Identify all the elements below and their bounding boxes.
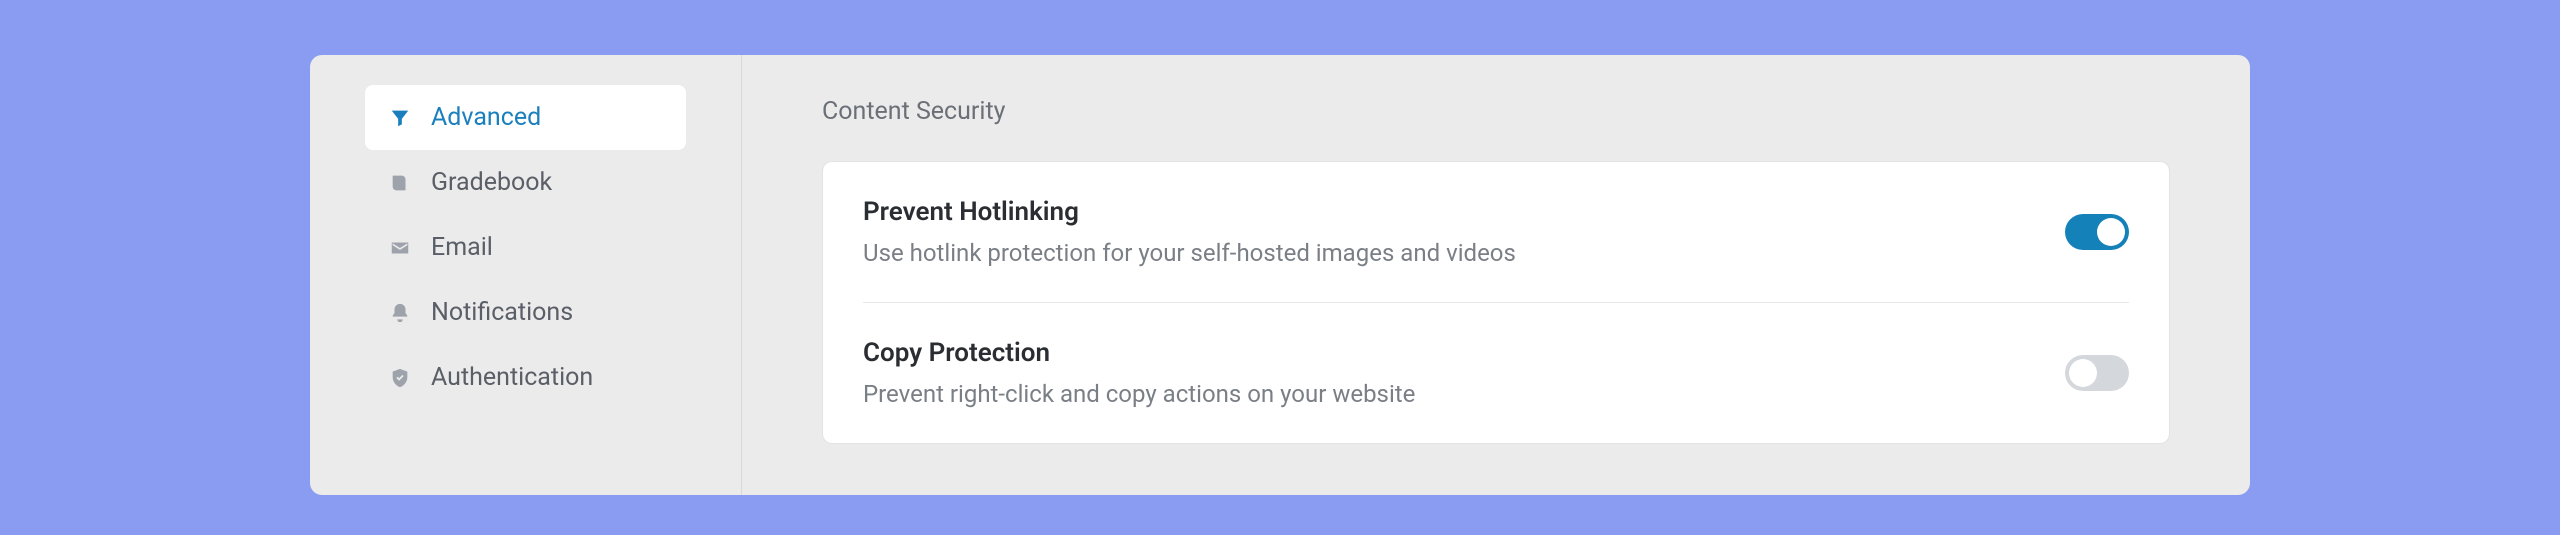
sidebar-item-gradebook[interactable]: Gradebook [365, 150, 686, 215]
sidebar-item-label: Email [431, 233, 493, 262]
bell-icon [389, 302, 411, 324]
setting-name: Copy Protection [863, 338, 2065, 368]
toggle-knob [2097, 218, 2125, 246]
settings-card: Prevent Hotlinking Use hotlink protectio… [822, 161, 2170, 444]
email-icon [389, 237, 411, 259]
shield-icon [389, 367, 411, 389]
setting-description: Use hotlink protection for your self-hos… [863, 239, 2065, 267]
sidebar-item-authentication[interactable]: Authentication [365, 345, 686, 410]
toggle-knob [2069, 359, 2097, 387]
section-title: Content Security [822, 97, 2170, 126]
settings-panel: Advanced Gradebook Email Notifications A [310, 55, 2250, 495]
sidebar-item-advanced[interactable]: Advanced [365, 85, 686, 150]
sidebar-item-label: Gradebook [431, 168, 552, 197]
setting-text: Prevent Hotlinking Use hotlink protectio… [863, 197, 2065, 267]
toggle-prevent-hotlinking[interactable] [2065, 214, 2129, 250]
sidebar-item-label: Authentication [431, 363, 593, 392]
setting-text: Copy Protection Prevent right-click and … [863, 338, 2065, 408]
setting-row-copy-protection: Copy Protection Prevent right-click and … [863, 302, 2129, 443]
sidebar-item-label: Notifications [431, 298, 573, 327]
sidebar-item-email[interactable]: Email [365, 215, 686, 280]
setting-description: Prevent right-click and copy actions on … [863, 380, 2065, 408]
toggle-copy-protection[interactable] [2065, 355, 2129, 391]
sidebar: Advanced Gradebook Email Notifications A [310, 55, 742, 495]
gradebook-icon [389, 172, 411, 194]
sidebar-item-notifications[interactable]: Notifications [365, 280, 686, 345]
setting-row-prevent-hotlinking: Prevent Hotlinking Use hotlink protectio… [863, 162, 2129, 302]
filter-icon [389, 107, 411, 129]
setting-name: Prevent Hotlinking [863, 197, 2065, 227]
main-content: Content Security Prevent Hotlinking Use … [742, 55, 2250, 495]
sidebar-item-label: Advanced [431, 103, 541, 132]
